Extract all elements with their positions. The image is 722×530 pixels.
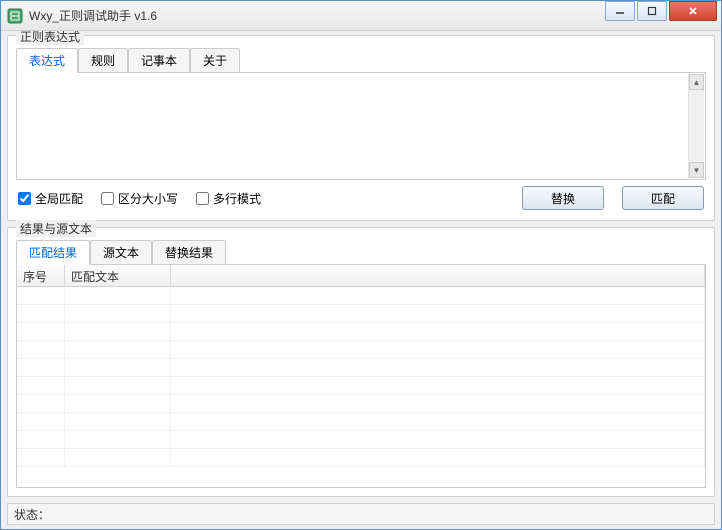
tab-rules[interactable]: 规则 — [78, 48, 128, 72]
table-row[interactable] — [17, 323, 705, 341]
titlebar[interactable]: Wxy_正则调试助手 v1.6 — [1, 1, 721, 31]
statusbar: 状态： — [7, 503, 715, 525]
table-body[interactable] — [17, 287, 705, 487]
checkbox-multiline-label: 多行模式 — [213, 190, 261, 207]
replace-button[interactable]: 替换 — [522, 186, 604, 210]
checkbox-case[interactable]: 区分大小写 — [101, 190, 178, 207]
result-tabs: 匹配结果 源文本 替换结果 — [16, 240, 706, 265]
table-row[interactable] — [17, 413, 705, 431]
table-row[interactable] — [17, 449, 705, 467]
regex-tabs: 表达式 规则 记事本 关于 — [16, 48, 706, 73]
checkbox-case-label: 区分大小写 — [118, 190, 178, 207]
result-table: 序号 匹配文本 — [16, 265, 706, 488]
result-groupbox: 结果与源文本 匹配结果 源文本 替换结果 序号 匹配文本 — [7, 227, 715, 497]
checkbox-multiline[interactable]: 多行模式 — [196, 190, 261, 207]
app-window: Wxy_正则调试助手 v1.6 正则表达式 表达式 规则 记事本 关于 — [0, 0, 722, 530]
client-area: 正则表达式 表达式 规则 记事本 关于 ▲ ▼ 全局匹配 — [1, 31, 721, 529]
table-row[interactable] — [17, 305, 705, 323]
tab-notepad[interactable]: 记事本 — [128, 48, 190, 72]
checkbox-global-label: 全局匹配 — [35, 190, 83, 207]
vertical-scrollbar[interactable]: ▲ ▼ — [688, 74, 704, 178]
minimize-button[interactable] — [605, 1, 635, 21]
close-button[interactable] — [669, 1, 717, 21]
checkbox-case-input[interactable] — [101, 192, 114, 205]
tab-replace-result[interactable]: 替换结果 — [152, 240, 226, 264]
window-controls — [605, 1, 721, 30]
scroll-down-icon[interactable]: ▼ — [689, 162, 704, 178]
table-row[interactable] — [17, 395, 705, 413]
table-header: 序号 匹配文本 — [17, 265, 705, 287]
column-index[interactable]: 序号 — [17, 265, 65, 286]
scroll-up-icon[interactable]: ▲ — [689, 74, 704, 90]
tab-source-text[interactable]: 源文本 — [90, 240, 152, 264]
tab-expression[interactable]: 表达式 — [16, 48, 78, 73]
window-title: Wxy_正则调试助手 v1.6 — [29, 7, 605, 24]
tab-match-result[interactable]: 匹配结果 — [16, 240, 90, 265]
checkbox-global[interactable]: 全局匹配 — [18, 190, 83, 207]
regex-textarea-wrap: ▲ ▼ — [16, 73, 706, 180]
options-row: 全局匹配 区分大小写 多行模式 替换 匹配 — [16, 180, 706, 212]
maximize-button[interactable] — [637, 1, 667, 21]
table-row[interactable] — [17, 341, 705, 359]
regex-groupbox: 正则表达式 表达式 规则 记事本 关于 ▲ ▼ 全局匹配 — [7, 35, 715, 221]
tab-about[interactable]: 关于 — [190, 48, 240, 72]
column-empty[interactable] — [171, 265, 705, 286]
table-row[interactable] — [17, 431, 705, 449]
result-legend: 结果与源文本 — [16, 220, 96, 237]
regex-input[interactable] — [17, 73, 705, 179]
match-button[interactable]: 匹配 — [622, 186, 704, 210]
app-icon — [7, 8, 23, 24]
table-row[interactable] — [17, 287, 705, 305]
table-row[interactable] — [17, 359, 705, 377]
checkbox-global-input[interactable] — [18, 192, 31, 205]
column-match-text[interactable]: 匹配文本 — [65, 265, 171, 286]
checkbox-multiline-input[interactable] — [196, 192, 209, 205]
regex-legend: 正则表达式 — [16, 31, 84, 45]
status-label: 状态： — [14, 506, 50, 523]
table-row[interactable] — [17, 377, 705, 395]
